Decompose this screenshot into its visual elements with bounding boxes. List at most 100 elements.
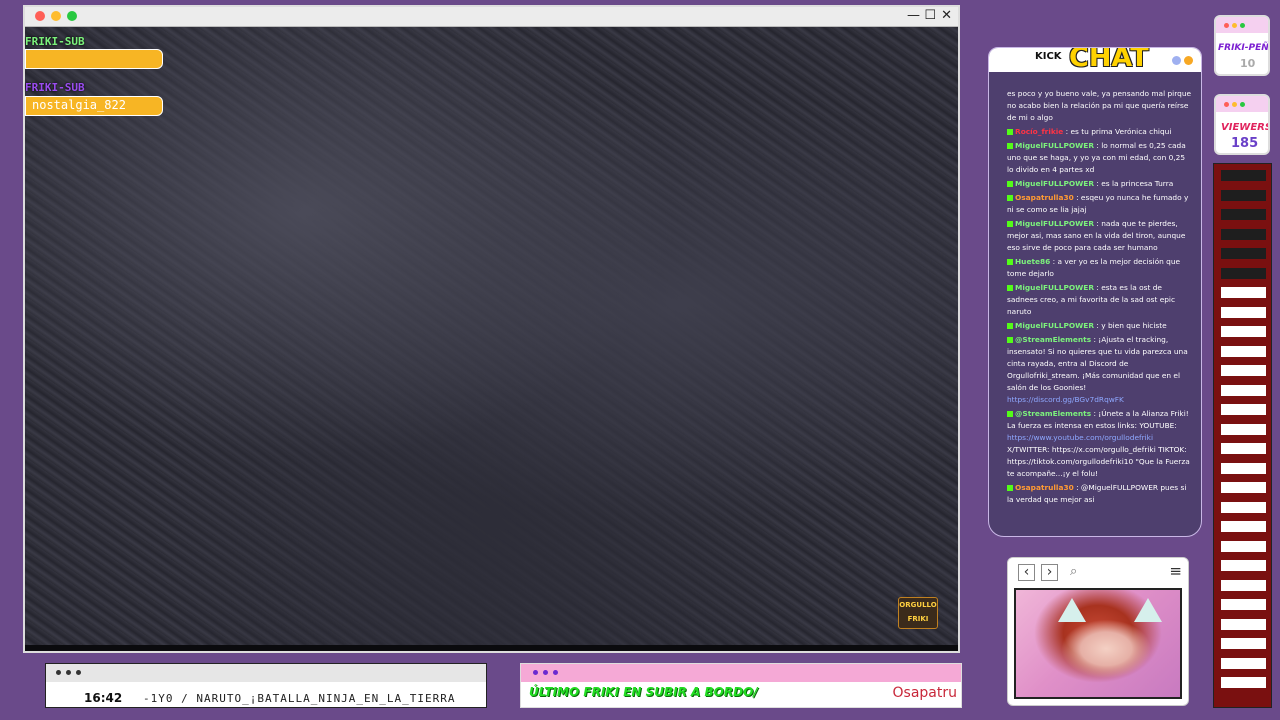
visualizer-key: [1221, 189, 1266, 201]
visualizer-key: [1221, 599, 1266, 610]
webcam-window: ‹ › ⌕ ≡: [1007, 557, 1189, 706]
chat-username[interactable]: Rocío_frikie: [1015, 127, 1063, 136]
chat-message: MiguelFULLPOWER : nada que te pierdes, m…: [1007, 218, 1193, 254]
minimize-dot-icon[interactable]: [51, 11, 61, 21]
visualizer-key: [1221, 579, 1266, 591]
chat-text: es poco y yo bueno vale, ya pensando mal…: [1007, 89, 1192, 122]
viewers-dot-icon: [1240, 102, 1245, 107]
visualizer-key: [1221, 677, 1266, 688]
kick-badge-icon: [1007, 181, 1013, 187]
visualizer-key: [1221, 501, 1266, 513]
search-icon[interactable]: ⌕: [1070, 564, 1077, 579]
chat-username[interactable]: @StreamElements: [1015, 409, 1091, 418]
ticker-dot-icon: [66, 670, 71, 675]
visualizer-key: [1221, 404, 1266, 415]
viewers-card: VIEWERS 185: [1214, 94, 1270, 155]
clock-time: 16:42: [84, 691, 123, 705]
visualizer-key: [1221, 638, 1266, 649]
video-progress-strip: [25, 645, 958, 651]
visualizer-key: [1221, 657, 1266, 669]
menu-icon[interactable]: ≡: [1169, 562, 1182, 580]
visualizer-key: [1221, 248, 1266, 259]
visualizer-key: [1221, 423, 1266, 435]
chat-message: es poco y yo bueno vale, ya pensando mal…: [1007, 88, 1193, 124]
chat-username[interactable]: MiguelFULLPOWER: [1015, 219, 1094, 228]
friki-pena-label: FRIKI-PEÑA: [1218, 43, 1270, 53]
maximize-icon[interactable]: ☐: [924, 8, 936, 23]
chat-message: Rocío_frikie : es tu prima Verónica chiq…: [1007, 126, 1193, 138]
visualizer-key: [1221, 267, 1266, 279]
chat-message: Osapatrulla30 : @MiguelFULLPOWER pues si…: [1007, 482, 1193, 506]
chat-message-list[interactable]: es poco y yo bueno vale, ya pensando mal…: [1007, 88, 1193, 528]
last-friki-dot-icon: [533, 670, 538, 675]
now-playing-ticker: 16:42 -1Y0 / NARUTO_¡BATALLA_NINJA_EN_LA…: [45, 663, 487, 708]
close-icon[interactable]: ✕: [941, 8, 952, 23]
kick-badge-icon: [1007, 285, 1013, 291]
now-playing-text: -1Y0 / NARUTO_¡BATALLA_NINJA_EN_LA_TIERR…: [143, 692, 456, 705]
visualizer-key: [1221, 326, 1266, 337]
visualizer-key: [1221, 540, 1266, 552]
visualizer-key: [1221, 482, 1266, 493]
last-friki-panel: ÚLTIMO FRIKI EN SUBIR A BORDO/ Osapatru: [520, 663, 962, 708]
chat-message: MiguelFULLPOWER : y bien que hiciste: [1007, 320, 1193, 332]
kick-badge-icon: [1007, 337, 1013, 343]
kick-badge-icon: [1007, 323, 1013, 329]
chat-username[interactable]: Osapatrulla30: [1015, 483, 1074, 492]
latest-sub-name: nostalgia_822: [32, 98, 126, 112]
viewers-count: 185: [1231, 136, 1259, 151]
video-player-window: — ☐ ✕ FRIKI-SUB FRIKI-SUB nostalgia_822 …: [23, 5, 960, 653]
friki-pena-count: 10: [1240, 57, 1256, 70]
visualizer-key: [1221, 365, 1266, 376]
chat-text: : y bien que hiciste: [1096, 321, 1167, 330]
last-friki-name: Osapatru: [892, 685, 957, 701]
chat-username[interactable]: MiguelFULLPOWER: [1015, 283, 1094, 292]
forward-arrow-icon[interactable]: ›: [1041, 564, 1058, 581]
chat-close-icon[interactable]: [1184, 56, 1193, 65]
friki-pena-titlebar: [1216, 17, 1268, 33]
chat-message: @StreamElements : ¡Ajusta el tracking, i…: [1007, 334, 1193, 406]
visualizer-key: [1221, 287, 1266, 298]
viewers-dot-icon: [1232, 102, 1237, 107]
visualizer-key: [1221, 306, 1266, 318]
pena-dot-icon: [1232, 23, 1237, 28]
kick-badge-icon: [1007, 143, 1013, 149]
chat-toggle-icon[interactable]: [1172, 56, 1181, 65]
maximize-dot-icon[interactable]: [67, 11, 77, 21]
sub-bar-latest: nostalgia_822: [25, 96, 163, 116]
visualizer-key: [1221, 384, 1266, 396]
cat-ear-icon: [1134, 598, 1162, 622]
chat-message: @StreamElements : ¡Únete a la Alianza Fr…: [1007, 408, 1193, 480]
visualizer-key: [1221, 443, 1266, 454]
chat-title: CHAT: [1069, 47, 1149, 73]
chat-username[interactable]: MiguelFULLPOWER: [1015, 141, 1094, 150]
chat-message: MiguelFULLPOWER : esta es la ost de sadn…: [1007, 282, 1193, 318]
friki-sub-label: FRIKI-SUB: [25, 35, 85, 48]
chat-text-extra: X/TWITTER: https://x.com/orgullo_defriki…: [1007, 445, 1190, 478]
chat-username[interactable]: MiguelFULLPOWER: [1015, 179, 1094, 188]
sub-bar-empty: [25, 49, 163, 69]
chat-link[interactable]: https://www.youtube.com/orgullodefriki: [1007, 433, 1153, 442]
visualizer-key: [1221, 170, 1266, 181]
audio-visualizer: [1213, 163, 1272, 708]
chat-username[interactable]: Osapatrulla30: [1015, 193, 1074, 202]
kick-badge-icon: [1007, 411, 1013, 417]
video-frame[interactable]: FRIKI-SUB FRIKI-SUB nostalgia_822 ORGULL…: [25, 27, 958, 645]
chat-username[interactable]: MiguelFULLPOWER: [1015, 321, 1094, 330]
kick-badge-icon: [1007, 221, 1013, 227]
minimize-icon[interactable]: —: [907, 8, 920, 23]
kick-badge-icon: [1007, 129, 1013, 135]
close-dot-icon[interactable]: [35, 11, 45, 21]
back-arrow-icon[interactable]: ‹: [1018, 564, 1035, 581]
kick-badge-icon: [1007, 259, 1013, 265]
cat-ear-icon: [1058, 598, 1086, 622]
last-friki-dot-icon: [543, 670, 548, 675]
ticker-dot-icon: [76, 670, 81, 675]
kick-badge-icon: [1007, 195, 1013, 201]
webcam-toolbar: ‹ › ⌕ ≡: [1008, 558, 1188, 586]
ticker-dot-icon: [56, 670, 61, 675]
ticker-titlebar: [46, 664, 486, 682]
chat-username[interactable]: @StreamElements: [1015, 335, 1091, 344]
last-friki-dot-icon: [553, 670, 558, 675]
chat-username[interactable]: Huete86: [1015, 257, 1050, 266]
chat-link[interactable]: https://discord.gg/BGv7dRqwFK: [1007, 395, 1124, 404]
